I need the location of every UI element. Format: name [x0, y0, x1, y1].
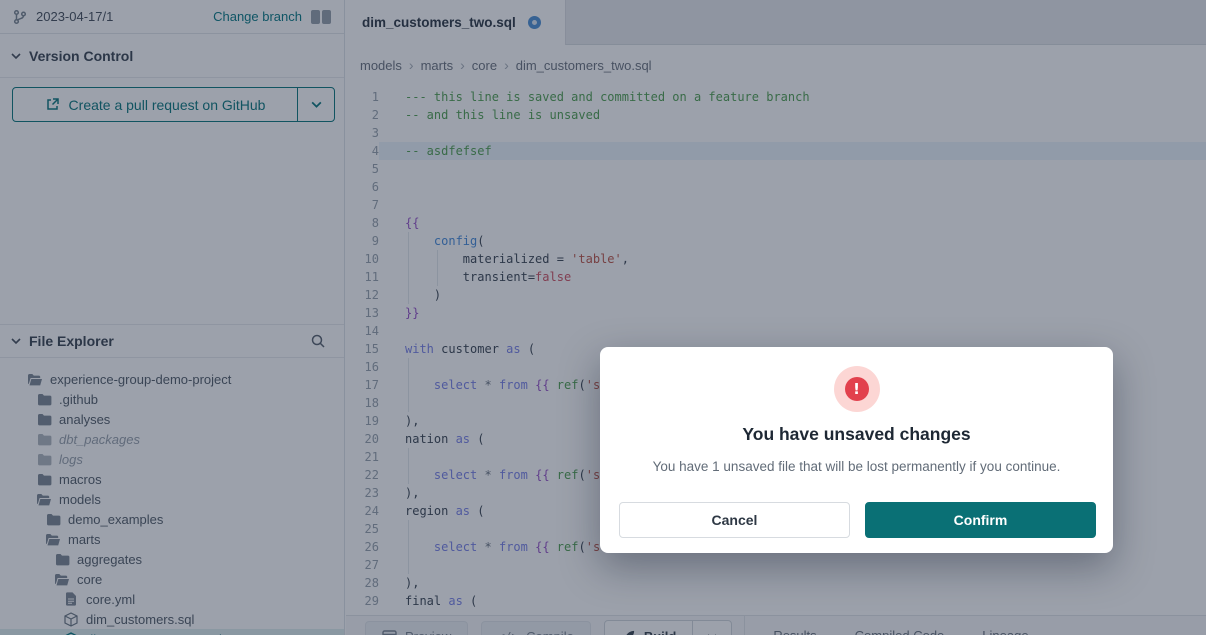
unsaved-changes-dialog: ! You have unsaved changes You have 1 un…: [600, 347, 1113, 553]
confirm-button[interactable]: Confirm: [865, 502, 1096, 538]
alert-circle-bg: !: [834, 366, 880, 412]
alert-exclamation-icon: !: [845, 377, 869, 401]
dialog-body-text: You have 1 unsaved file that will be los…: [600, 459, 1113, 474]
cancel-button[interactable]: Cancel: [619, 502, 850, 538]
dialog-icon-wrap: !: [600, 366, 1113, 412]
dialog-actions: Cancel Confirm: [619, 502, 1096, 538]
dialog-title: You have unsaved changes: [600, 424, 1113, 445]
